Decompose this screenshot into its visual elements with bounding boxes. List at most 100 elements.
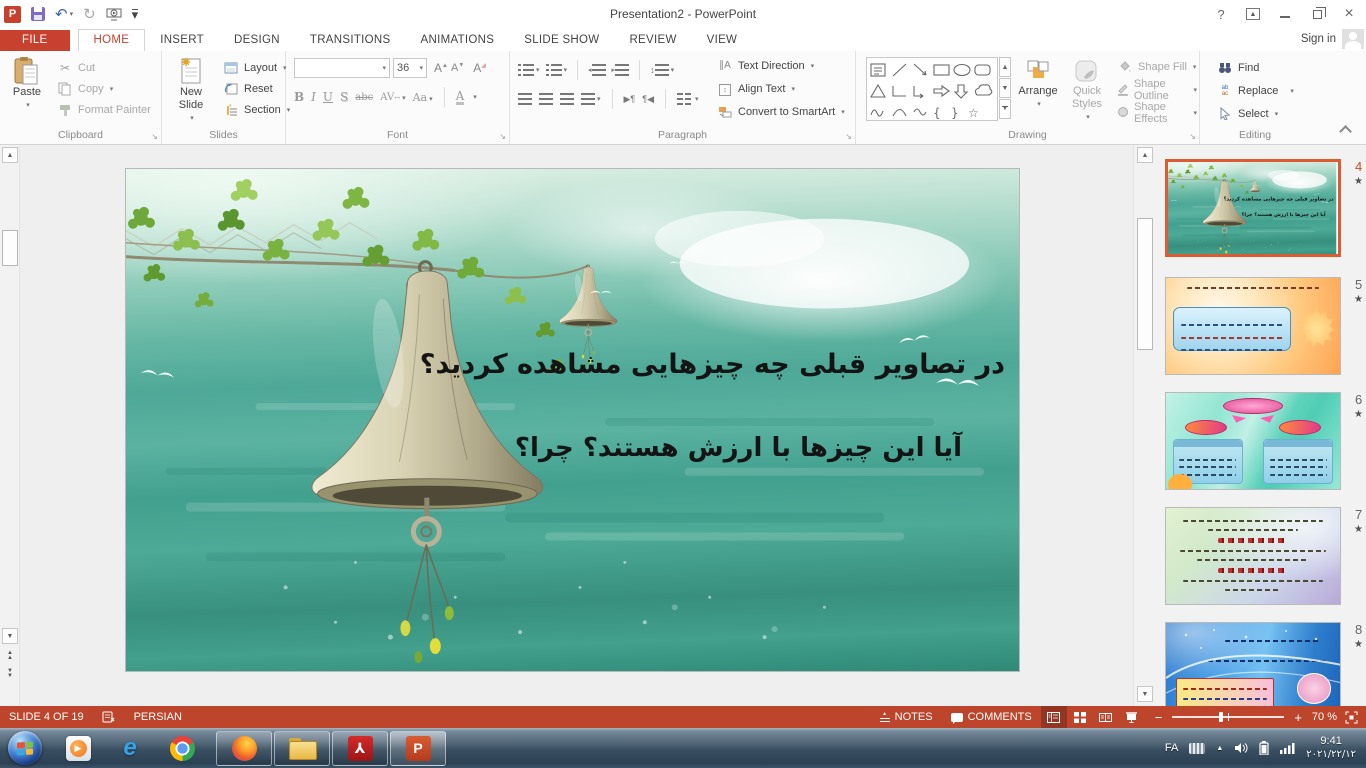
volume-icon[interactable] [1234, 742, 1248, 754]
fit-slide-to-window-button[interactable] [1345, 711, 1358, 724]
drawing-dialog-launcher[interactable]: ↘ [1189, 132, 1196, 141]
underline-button[interactable]: U [323, 90, 333, 104]
paragraph-dialog-launcher[interactable]: ↘ [845, 132, 852, 141]
align-right-button[interactable] [560, 93, 574, 105]
zoom-level[interactable]: 70 % [1308, 706, 1341, 728]
justify-button[interactable]: ▾ [581, 93, 601, 105]
tab-view[interactable]: VIEW [692, 30, 753, 51]
clock[interactable]: 9:41 ۲۰۲۱/۲۲/۱۲ [1306, 735, 1356, 761]
taskbar-powerpoint-button[interactable]: P [390, 731, 446, 766]
language-tray-indicator[interactable]: FA [1165, 742, 1178, 754]
scroll-up-button[interactable]: ▲ [2, 147, 18, 163]
thumbs-scroll-down-button[interactable]: ▼ [1137, 686, 1153, 702]
decrease-font-size-button[interactable]: A▼ [451, 62, 464, 74]
shapes-scroll-down[interactable]: ▼ [999, 78, 1011, 98]
close-button[interactable]: × [1336, 3, 1362, 25]
select-button[interactable]: Select▾ [1214, 103, 1296, 124]
bold-button[interactable]: B [294, 90, 304, 104]
help-button[interactable]: ? [1208, 3, 1234, 25]
new-slide-button[interactable]: New Slide▾ [168, 56, 214, 125]
shapes-gallery-more[interactable]: ▼ [999, 99, 1011, 119]
slide-thumbnail-5[interactable]: 5 ★ [1165, 277, 1343, 375]
tab-insert[interactable]: INSERT [145, 30, 219, 51]
taskbar-media-player-button[interactable]: ▶ [58, 730, 98, 766]
minimize-button[interactable] [1272, 3, 1298, 25]
clear-formatting-button[interactable]: A◢ [473, 61, 486, 75]
thumbnails-scrollbar[interactable]: ▲ ▼ [1133, 145, 1155, 706]
layout-button[interactable]: Layout▾ [220, 57, 292, 78]
slide-thumbnail-7[interactable]: 7 ★ [1165, 507, 1343, 605]
reset-button[interactable]: Reset [220, 78, 292, 99]
zoom-out-button[interactable]: − [1145, 706, 1165, 728]
convert-to-smartart-button[interactable]: Convert to SmartArt▾ [714, 101, 847, 122]
align-left-button[interactable] [518, 93, 532, 105]
cut-button[interactable]: ✂Cut [54, 57, 153, 78]
shapes-scroll-up[interactable]: ▲ [999, 57, 1011, 77]
slide-show-button[interactable] [1119, 706, 1145, 728]
restore-button[interactable] [1304, 3, 1330, 25]
slide-text-line2[interactable]: آیا این چیزها با ارزش هستند؟ چرا؟ [515, 433, 962, 463]
editor-scrollbar[interactable]: ▲ ▼ ▲▲ ▼▼ [0, 145, 20, 706]
battery-icon[interactable] [1259, 741, 1269, 755]
text-direction-button[interactable]: ∥AText Direction▾ [714, 55, 847, 76]
arrange-button[interactable]: Arrange▾ [1016, 59, 1060, 111]
decrease-indent-button[interactable]: ◂ [588, 64, 606, 76]
network-icon[interactable] [1280, 742, 1295, 754]
slide-sorter-view-button[interactable] [1067, 706, 1093, 728]
slide-thumbnail-6[interactable]: 6 ★ [1165, 392, 1343, 490]
character-spacing-button[interactable]: AV↔▾ [380, 92, 405, 103]
sign-in[interactable]: Sign in [1301, 29, 1364, 49]
zoom-in-button[interactable]: + [1292, 706, 1308, 728]
start-button[interactable] [8, 731, 42, 765]
strikethrough-button[interactable]: abc [355, 92, 373, 103]
tab-slideshow[interactable]: SLIDE SHOW [509, 30, 614, 51]
font-name-combo[interactable]: ▾ [294, 58, 390, 78]
tab-design[interactable]: DESIGN [219, 30, 295, 51]
collapse-ribbon-button[interactable] [1339, 125, 1352, 138]
text-shadow-button[interactable]: S [340, 90, 348, 104]
comments-button[interactable]: COMMENTS [942, 706, 1041, 728]
next-slide-button[interactable]: ▼▼ [4, 669, 16, 679]
shapes-gallery[interactable]: {}☆ [866, 57, 998, 121]
slide-thumbnail-8[interactable]: 8 ★ [1165, 622, 1343, 706]
slide-thumbnail-4[interactable]: در تصاویر قبلی چه چیزهایی مشاهده کردید؟ … [1165, 159, 1343, 257]
tab-home[interactable]: HOME [78, 29, 146, 51]
change-case-button[interactable]: Aa▾ [413, 91, 433, 104]
align-center-button[interactable] [539, 93, 553, 105]
increase-indent-button[interactable]: ▸ [612, 64, 630, 76]
taskbar-chrome-button[interactable] [162, 730, 202, 766]
language-indicator[interactable]: PERSIAN [125, 706, 191, 728]
line-spacing-button[interactable]: ↕▾ [650, 64, 674, 76]
taskbar-firefox-button[interactable] [216, 731, 272, 766]
bullets-button[interactable]: ▾ [518, 64, 540, 76]
notes-button[interactable]: ▲ NOTES [871, 706, 942, 728]
tab-animations[interactable]: ANIMATIONS [406, 30, 510, 51]
paste-button[interactable]: Paste▾ [6, 56, 48, 112]
clipboard-dialog-launcher[interactable]: ↘ [151, 132, 158, 141]
previous-slide-button[interactable]: ▲▲ [4, 651, 16, 661]
quick-styles-button[interactable]: Quick Styles▾ [1064, 59, 1110, 124]
slide-canvas[interactable]: در تصاویر قبلی چه چیزهایی مشاهده کردید؟ … [125, 168, 1020, 672]
ribbon-display-options-button[interactable]: ▲ [1240, 3, 1266, 25]
font-size-combo[interactable]: 36▾ [393, 58, 427, 78]
shape-effects-button[interactable]: Shape Effects▾ [1114, 102, 1199, 123]
replace-button[interactable]: abac Replace▾ [1214, 80, 1296, 101]
shape-outline-button[interactable]: Shape Outline▾ [1114, 79, 1199, 100]
keyboard-icon[interactable] [1189, 743, 1205, 754]
align-text-button[interactable]: ↕Align Text▾ [714, 78, 847, 99]
increase-font-size-button[interactable]: A▲ [434, 61, 448, 75]
reading-view-button[interactable] [1093, 706, 1119, 728]
slide-text-line1[interactable]: در تصاویر قبلی چه چیزهایی مشاهده کردید؟ [420, 349, 1005, 380]
format-painter-button[interactable]: Format Painter [54, 99, 153, 120]
copy-button[interactable]: Copy▾ [54, 78, 153, 99]
taskbar-acrobat-button[interactable]: ⅄ [332, 731, 388, 766]
thumbs-scroll-thumb[interactable] [1137, 218, 1153, 350]
font-dialog-launcher[interactable]: ↘ [499, 132, 506, 141]
font-color-button[interactable]: A [456, 90, 465, 105]
tab-review[interactable]: REVIEW [614, 30, 691, 51]
zoom-slider-thumb[interactable] [1219, 712, 1223, 722]
taskbar-explorer-button[interactable] [274, 731, 330, 766]
section-button[interactable]: * Section▾ [220, 99, 292, 120]
find-button[interactable]: Find [1214, 57, 1296, 78]
numbering-button[interactable]: ▾ [546, 64, 568, 76]
